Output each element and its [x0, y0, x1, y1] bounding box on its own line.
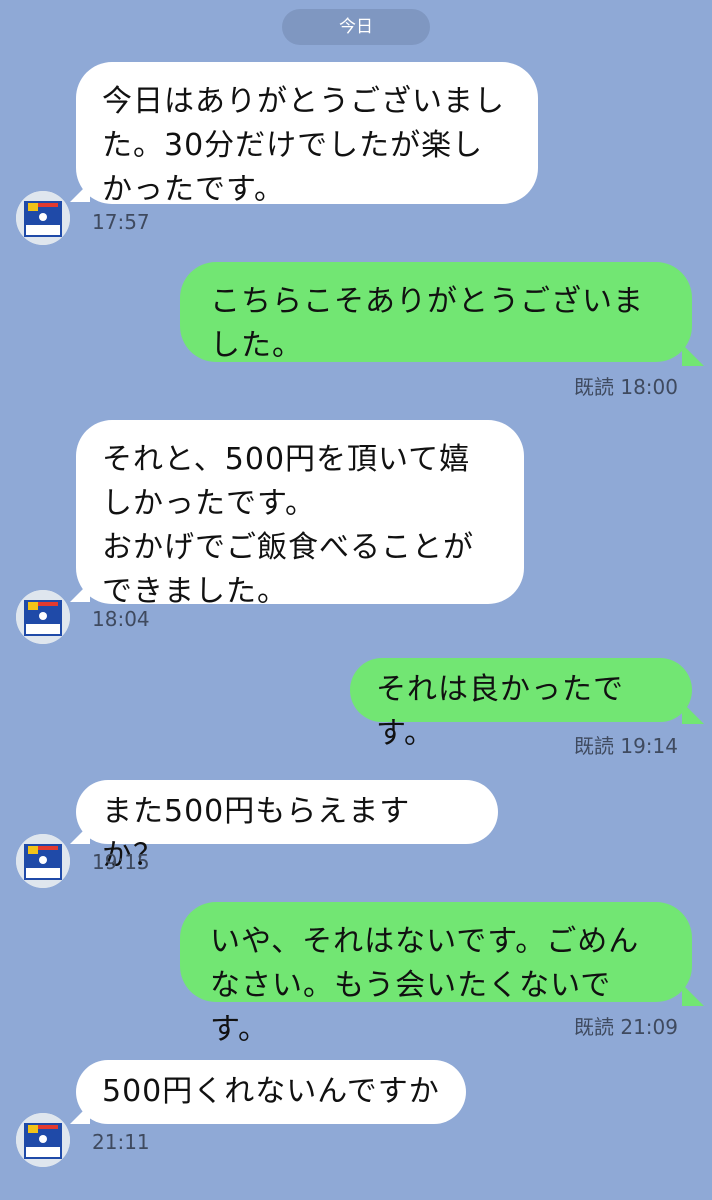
- outgoing-message-bubble[interactable]: いや、それはないです。ごめんなさい。もう会いたくないです。: [180, 902, 692, 1047]
- incoming-message-bubble[interactable]: 500円くれないんですか: [76, 1060, 466, 1124]
- bubble-tail: [682, 702, 704, 724]
- contact-avatar-icon[interactable]: [16, 191, 70, 245]
- outgoing-message-bubble[interactable]: それは良かったです。: [350, 658, 692, 751]
- message-time: 18:04: [92, 607, 150, 631]
- read-receipt: 既読 21:09: [574, 1015, 678, 1039]
- incoming-message-bubble[interactable]: また500円もらえますか？: [76, 780, 498, 873]
- message-time: 21:11: [92, 1130, 150, 1154]
- read-receipt: 既読 19:14: [574, 734, 678, 758]
- bubble-tail: [682, 984, 704, 1006]
- message-time: 17:57: [92, 210, 150, 234]
- avatar-sign-image: [16, 590, 70, 644]
- bubble-tail: [682, 344, 704, 366]
- contact-avatar-icon[interactable]: [16, 590, 70, 644]
- avatar-sign-image: [16, 834, 70, 888]
- contact-avatar-icon[interactable]: [16, 834, 70, 888]
- avatar-sign-image: [16, 191, 70, 245]
- read-receipt: 既読 18:00: [574, 375, 678, 399]
- incoming-message-bubble[interactable]: 今日はありがとうございました。30分だけでしたが楽しかったです。: [76, 62, 538, 207]
- avatar-sign-image: [16, 1113, 70, 1167]
- contact-avatar-icon[interactable]: [16, 1113, 70, 1167]
- outgoing-message-bubble[interactable]: こちらこそありがとうございました。: [180, 262, 692, 363]
- message-time: 19:15: [92, 850, 150, 874]
- incoming-message-bubble[interactable]: それと、500円を頂いて嬉しかったです。 おかげでご飯食べることができました。: [76, 420, 524, 609]
- date-separator: 今日: [282, 9, 430, 45]
